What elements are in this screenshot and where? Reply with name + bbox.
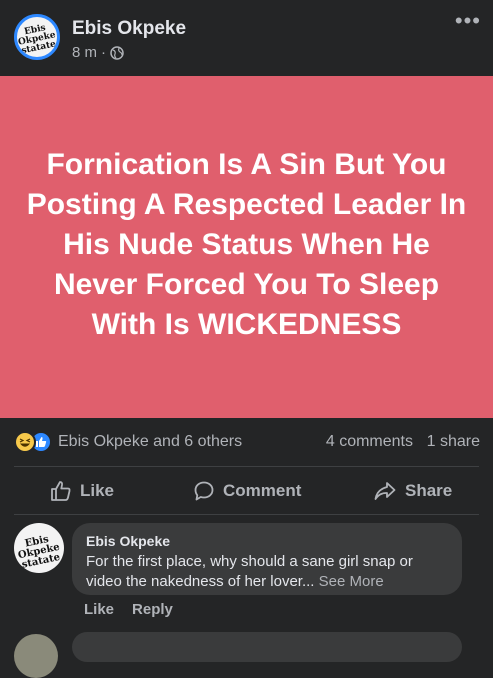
author-name[interactable]: Ebis Okpeke [72, 18, 186, 40]
comment-reply-button[interactable]: Reply [132, 601, 173, 618]
post-actions: Like Comment Share [0, 468, 493, 514]
haha-reaction-icon [14, 431, 36, 453]
comment-label: Comment [223, 481, 302, 500]
comment-bubble[interactable]: Ebis Okpeke For the first place, why sho… [72, 523, 462, 595]
thumbs-up-icon [51, 481, 71, 501]
comment-actions: Like Reply [84, 601, 173, 618]
more-options-button[interactable]: ••• [455, 10, 481, 32]
comment-bubble-icon [194, 481, 214, 501]
comment-text: For the first place, why should a sane g… [86, 552, 448, 592]
post-stats: Ebis Okpeke and 6 others 4 comments 1 sh… [0, 418, 493, 466]
comment-like-button[interactable]: Like [84, 601, 114, 618]
ellipsis-icon: ••• [454, 8, 481, 33]
commenter-avatar[interactable]: Ebis Okpeke statate [14, 523, 64, 573]
reactions-summary[interactable]: Ebis Okpeke and 6 others [58, 433, 242, 451]
post-meta: 8 m · [72, 44, 124, 61]
comment-button[interactable]: Comment [193, 468, 301, 514]
divider [14, 514, 479, 515]
comments-count[interactable]: 4 comments [326, 433, 413, 451]
post-content-banner: Fornication Is A Sin But You Posting A R… [0, 76, 493, 418]
avatar-logo-text: Ebis Okpeke statate [17, 23, 57, 57]
share-arrow-icon [374, 482, 396, 500]
share-label: Share [405, 481, 453, 500]
post-text: Fornication Is A Sin But You Posting A R… [26, 148, 467, 341]
avatar-logo-text: Ebis Okpeke statate [17, 533, 62, 571]
author-avatar[interactable]: Ebis Okpeke statate [14, 14, 60, 60]
see-more-link[interactable]: See More [319, 573, 384, 590]
post-timestamp[interactable]: 8 m [72, 44, 97, 61]
like-button[interactable]: Like [50, 468, 114, 514]
meta-separator: · [101, 44, 107, 61]
globe-icon [110, 45, 124, 60]
divider [14, 466, 479, 467]
reaction-icons[interactable] [14, 431, 52, 453]
like-label: Like [80, 481, 115, 500]
shares-count[interactable]: 1 share [427, 433, 480, 451]
next-commenter-avatar[interactable] [14, 634, 58, 678]
post-header: Ebis Okpeke statate Ebis Okpeke 8 m · ••• [0, 0, 493, 76]
comment-author[interactable]: Ebis Okpeke [86, 532, 448, 550]
next-comment-bubble[interactable] [72, 632, 462, 662]
share-button[interactable]: Share [373, 468, 452, 514]
